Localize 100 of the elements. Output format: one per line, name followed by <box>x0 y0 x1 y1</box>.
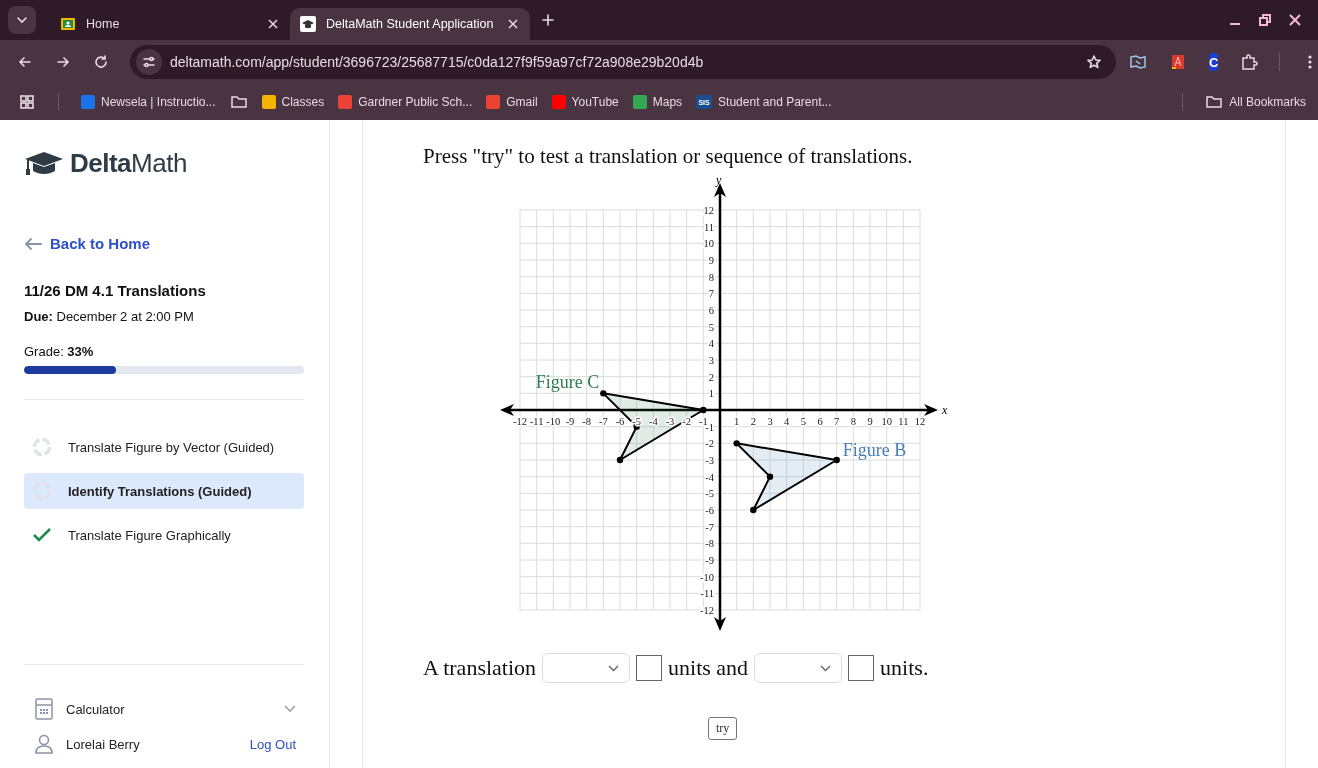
tick-label: -11 <box>700 588 714 600</box>
tab-title: Home <box>86 17 121 31</box>
tick-label: -10 <box>700 571 714 583</box>
x-axis-label: x <box>942 403 948 417</box>
figure-label: Figure B <box>842 440 907 460</box>
tick-label: 12 <box>703 205 714 216</box>
tick-label: -8 <box>582 416 592 427</box>
tick-label: -4 <box>705 471 714 483</box>
calculator-icon <box>34 698 54 720</box>
chevron-down-icon <box>284 705 296 713</box>
tick-label: -2 <box>705 438 714 450</box>
tick-label: 9 <box>708 255 714 266</box>
extension-icon[interactable]: C <box>1209 53 1219 71</box>
tick-label: 3 <box>708 355 714 366</box>
tab-favicon <box>300 16 316 32</box>
tick-label: -1 <box>705 421 714 433</box>
bookmark-link[interactable]: Gmail <box>486 95 538 109</box>
grade-text: Grade: 33% <box>24 344 95 359</box>
tick-label: 4 <box>784 416 790 427</box>
new-tab-button[interactable] <box>540 12 556 28</box>
site-settings-icon[interactable] <box>136 49 162 75</box>
tick-label: -3 <box>705 455 714 466</box>
tick-label: -10 <box>546 416 561 427</box>
tick-label: -3 <box>665 416 675 427</box>
url-text: deltamath.com/app/student/3696723/25687715/c0da127f9f59a97cf72a908e29b20d4b <box>170 54 705 70</box>
tick-label: 1 <box>734 416 740 427</box>
skill-item[interactable]: Translate Figure Graphically <box>24 517 304 553</box>
tick-label: 6 <box>708 305 714 316</box>
tick-label: 2 <box>708 371 714 383</box>
back-link[interactable]: Back to Home <box>50 235 151 252</box>
star-icon[interactable] <box>1084 54 1104 70</box>
logout-link[interactable]: Log Out <box>249 736 296 752</box>
tick-label: -12 <box>700 605 714 616</box>
tick-label: 10 <box>881 416 892 427</box>
calculator-toggle[interactable]: Calculator <box>24 698 304 720</box>
skill-item[interactable]: Identify Translations (Guided) <box>24 473 304 509</box>
bookmark-link[interactable]: Classes <box>261 95 325 109</box>
assignment-title: 11/26 DM 4.1 Translations <box>24 282 207 299</box>
close-icon[interactable] <box>266 17 280 31</box>
due-date: Due: December 2 at 2:00 PM <box>24 309 195 324</box>
browser-tab[interactable]: DeltaMath Student Application <box>290 8 530 40</box>
tick-label: 5 <box>708 321 714 333</box>
tick-label: 10 <box>703 238 714 250</box>
progress-ring-icon <box>32 437 52 457</box>
tick-label: -8 <box>705 538 714 550</box>
tick-label: -9 <box>705 555 714 566</box>
tick-label: -7 <box>705 521 714 533</box>
answer-text: units and <box>668 655 749 681</box>
tick-label: 8 <box>850 416 856 427</box>
answer-text: units. <box>880 655 929 681</box>
back-arrow-icon[interactable] <box>24 236 42 251</box>
y-axis-label: y <box>716 173 722 187</box>
bookmark-link[interactable]: Maps <box>632 95 683 109</box>
tick-label: 11 <box>898 416 909 427</box>
number-input[interactable] <box>848 655 875 681</box>
question-text: Press "try" to test a translation or sequence of translations. <box>423 144 914 169</box>
logo-text: DeltaMath <box>70 148 187 179</box>
tab-title: DeltaMath Student Application <box>326 17 495 31</box>
tick-label: 5 <box>800 416 806 427</box>
tick-label: 2 <box>750 416 756 427</box>
tick-label: 1 <box>708 388 714 400</box>
tick-label: -6 <box>615 416 625 427</box>
bookmark-link[interactable]: Gardner Public Sch... <box>338 95 473 109</box>
tick-label: 7 <box>708 288 714 300</box>
bookmark-link[interactable]: All Bookmarks <box>1205 94 1306 110</box>
close-icon[interactable] <box>506 17 520 31</box>
tick-label: -12 <box>513 416 527 427</box>
chevron-down-icon <box>820 664 832 672</box>
tick-label: 4 <box>708 338 714 350</box>
tick-label: -6 <box>705 505 714 516</box>
skill-item[interactable]: Translate Figure by Vector (Guided) <box>24 429 304 465</box>
tick-label: -7 <box>598 416 608 427</box>
tab-favicon <box>60 16 76 32</box>
tick-label: 11 <box>703 221 714 233</box>
apps-grid-icon[interactable] <box>18 94 36 110</box>
tick-label: 6 <box>817 416 823 427</box>
figure-label: Figure C <box>535 372 600 393</box>
tick-label: 9 <box>867 416 873 427</box>
tick-label: -11 <box>529 416 544 427</box>
chevron-down-icon <box>608 664 620 672</box>
tick-label: 7 <box>834 416 840 427</box>
address-bar[interactable]: deltamath.com/app/student/3696723/25687715/c0da127f9f59a97cf72a908e29b20d4b <box>130 45 1116 79</box>
user-icon <box>34 734 54 754</box>
graduation-cap-icon <box>24 150 64 177</box>
bookmark-link[interactable]: YouTube <box>551 95 619 109</box>
answer-text: A translation <box>423 655 537 681</box>
number-input[interactable] <box>636 655 663 681</box>
try-button[interactable]: try <box>708 717 738 740</box>
browser-tab[interactable]: Home <box>50 8 290 40</box>
folder-icon <box>1205 94 1224 110</box>
tick-label: 8 <box>708 271 714 283</box>
tick-label: -5 <box>705 488 714 500</box>
tick-label: -1 <box>698 416 708 427</box>
tick-label: 3 <box>767 416 773 427</box>
tick-label: 12 <box>914 416 926 427</box>
folder-icon[interactable] <box>229 94 248 110</box>
tick-label: -9 <box>565 416 575 427</box>
bookmark-link[interactable]: Newsela | Instructio... <box>81 95 216 109</box>
tab-search-button[interactable] <box>8 6 36 34</box>
tick-label: -4 <box>648 416 658 427</box>
